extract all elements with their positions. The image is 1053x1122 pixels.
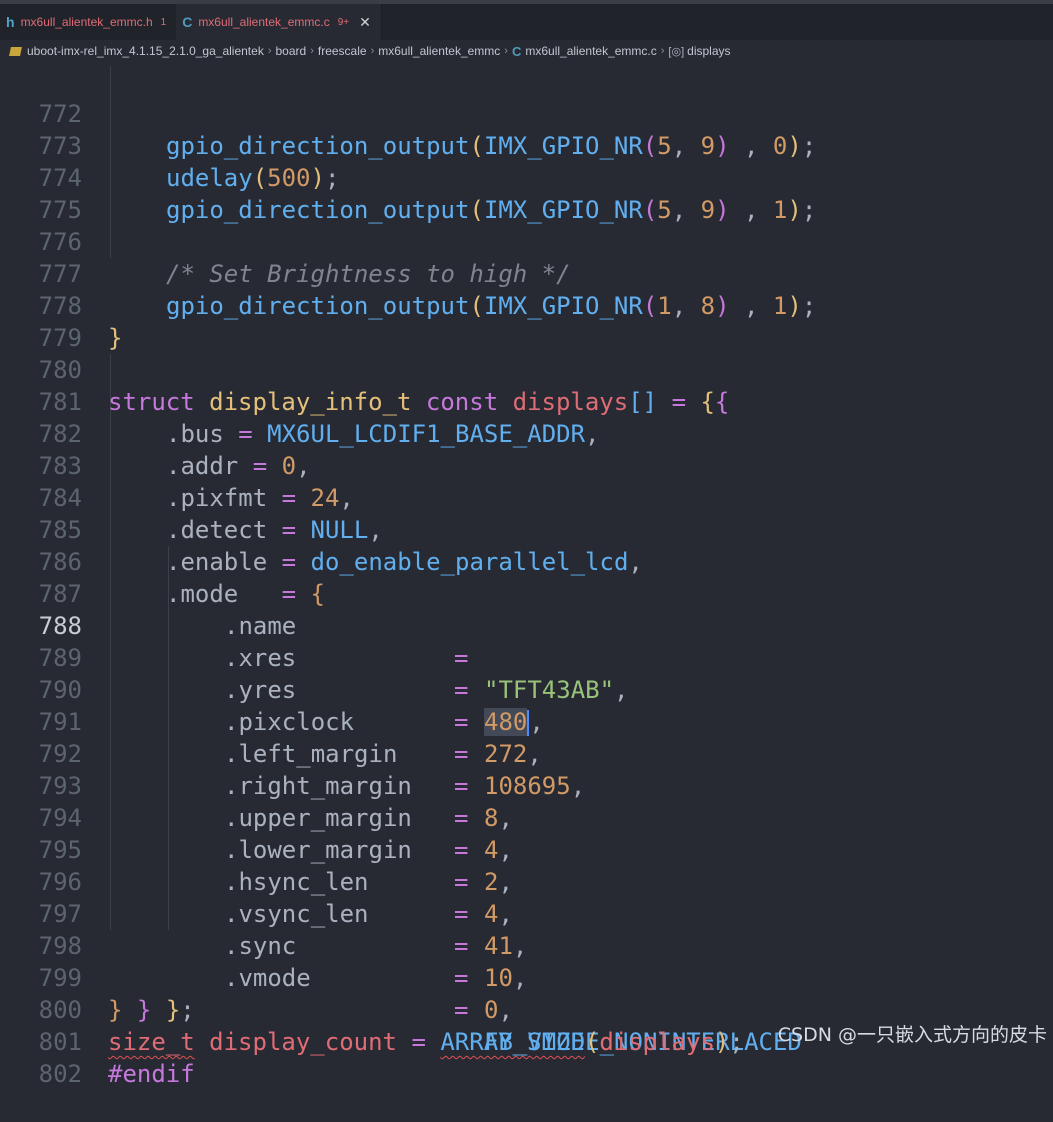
- code-line: 777 gpio_direction_output(IMX_GPIO_NR(1,…: [0, 226, 1053, 320]
- line-number: 802: [38, 1060, 82, 1088]
- code-line: 779: [0, 290, 1053, 352]
- chevron-right-icon: ›: [660, 45, 665, 57]
- code-line: 800 size_t display_count = ARRAY_SIZE(di…: [0, 962, 1053, 1056]
- breadcrumb: uboot-imx-rel_imx_4.1.15_2.1.0_ga_alient…: [0, 40, 1053, 62]
- code-line: 781 .bus = MX6UL_LCDIF1_BASE_ADDR,: [0, 354, 1053, 448]
- code-line: 792 .right_margin = 4,: [0, 706, 1053, 864]
- code-line: 775: [0, 162, 1053, 224]
- code-editor[interactable]: 772 gpio_direction_output(IMX_GPIO_NR(5,…: [0, 66, 1053, 1088]
- folder-icon: [9, 46, 22, 56]
- code-line: 780 struct display_info_t const displays…: [0, 322, 1053, 416]
- preprocessor-directive: #endif: [108, 1060, 195, 1088]
- breadcrumb-item-board[interactable]: board ›: [275, 44, 317, 58]
- code-line: 798 .vmode = FB_VMODE_NONINTERLACED: [0, 898, 1053, 1056]
- breadcrumb-item-board-dir[interactable]: mx6ull_alientek_emmc ›: [378, 44, 512, 58]
- code-line: 794 .lower_margin = 4,: [0, 770, 1053, 928]
- c-header-file-icon: h: [6, 14, 15, 30]
- problem-count-badge: 9+: [337, 16, 350, 28]
- code-line: 796 .vsync_len = 10,: [0, 834, 1053, 992]
- close-icon[interactable]: ✕: [359, 14, 371, 31]
- code-line: 787 .name = "TFT43AB",: [0, 546, 1053, 704]
- code-line: 791 .left_margin = 8,: [0, 674, 1053, 832]
- code-line: 789 .yres = 272,: [0, 610, 1053, 768]
- tab-bar: h mx6ull_alientek_emmc.h 1 C mx6ull_alie…: [0, 4, 1053, 40]
- code-line: 786 .mode = {: [0, 514, 1053, 608]
- code-line: 795 .hsync_len = 41,: [0, 802, 1053, 960]
- chevron-right-icon: ›: [370, 45, 375, 57]
- code-line: 783 .pixfmt = 24,: [0, 418, 1053, 512]
- code-line: 799 } } };: [0, 930, 1053, 1024]
- tab-label: mx6ull_alientek_emmc.h: [20, 15, 153, 29]
- code-line: 785 .enable = do_enable_parallel_lcd,: [0, 482, 1053, 576]
- code-line: 772 gpio_direction_output(IMX_GPIO_NR(5,…: [0, 66, 1053, 160]
- chevron-right-icon: ›: [267, 45, 272, 57]
- c-file-icon: C: [182, 14, 193, 30]
- breadcrumb-item-file[interactable]: Cmx6ull_alientek_emmc.c ›: [512, 44, 668, 59]
- breadcrumb-item-root[interactable]: uboot-imx-rel_imx_4.1.15_2.1.0_ga_alient…: [27, 44, 275, 58]
- tab-source-file[interactable]: C mx6ull_alientek_emmc.c 9+ ✕: [176, 4, 382, 40]
- breadcrumb-item-freescale[interactable]: freescale ›: [318, 44, 378, 58]
- tab-label: mx6ull_alientek_emmc.c: [198, 15, 330, 29]
- watermark: CSDN @一只嵌入式方向的皮卡: [777, 1024, 1047, 1046]
- code-line: 797 .sync = 0,: [0, 866, 1053, 1024]
- code-line: 784 .detect = NULL,: [0, 450, 1053, 544]
- code-line: 790 .pixclock = 108695,: [0, 642, 1053, 800]
- variable-symbol-icon: [◎]: [668, 45, 685, 58]
- code-line: 793 .upper_margin = 2,: [0, 738, 1053, 896]
- breadcrumb-item-symbol[interactable]: [◎] displays: [668, 44, 730, 58]
- code-line: 782 .addr = 0,: [0, 386, 1053, 480]
- code-line-active: 788 .xres = 480,: [0, 578, 1053, 736]
- code-line: 778 }: [0, 258, 1053, 352]
- c-file-icon: C: [511, 43, 522, 59]
- chevron-right-icon: ›: [504, 45, 508, 57]
- code-line: 773 udelay(500);: [0, 98, 1053, 192]
- problem-count-badge: 1: [160, 16, 167, 28]
- chevron-right-icon: ›: [310, 45, 314, 57]
- code-line: 776 /* Set Brightness to high */: [0, 194, 1053, 288]
- code-line: 774 gpio_direction_output(IMX_GPIO_NR(5,…: [0, 130, 1053, 224]
- tab-header-file[interactable]: h mx6ull_alientek_emmc.h 1: [0, 4, 176, 40]
